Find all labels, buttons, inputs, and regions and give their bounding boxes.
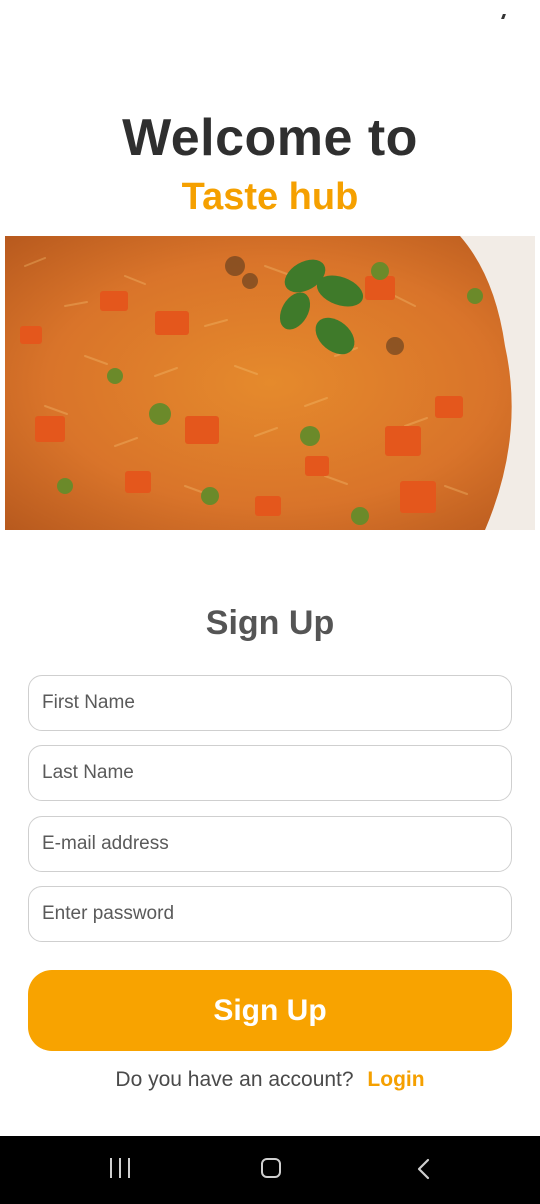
welcome-title: Welcome to xyxy=(122,109,418,167)
last-name-input[interactable] xyxy=(28,745,512,801)
brand-title: Taste hub xyxy=(181,176,359,218)
account-prompt: Do you have an account? Login xyxy=(0,1068,540,1092)
password-input[interactable] xyxy=(28,886,512,942)
signup-heading: Sign Up xyxy=(205,604,335,642)
rice-dish-illustration xyxy=(5,236,535,530)
email-input[interactable] xyxy=(28,816,512,872)
hero-food-image xyxy=(5,236,535,530)
back-icon[interactable] xyxy=(414,1158,434,1180)
status-indicator xyxy=(501,14,506,19)
navigation-bar xyxy=(0,1136,540,1204)
status-bar xyxy=(0,0,540,40)
account-question: Do you have an account? xyxy=(115,1068,354,1091)
first-name-input[interactable] xyxy=(28,675,512,731)
recents-icon[interactable] xyxy=(110,1158,134,1180)
login-link[interactable]: Login xyxy=(367,1068,424,1091)
signup-button[interactable]: Sign Up xyxy=(28,970,512,1051)
home-icon[interactable] xyxy=(261,1158,281,1178)
